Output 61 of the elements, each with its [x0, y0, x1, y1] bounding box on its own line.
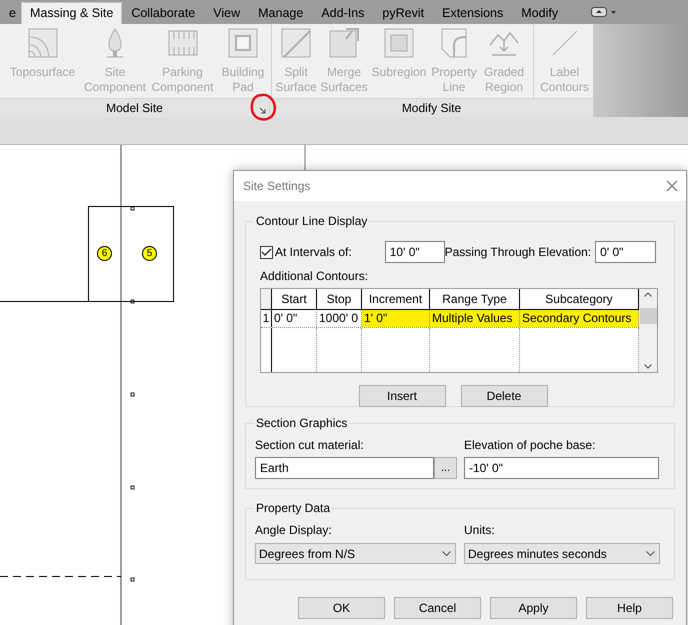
pad-icon [227, 27, 259, 59]
browse-button[interactable]: ... [434, 457, 457, 479]
scroll-down-icon[interactable] [644, 364, 652, 369]
table-cell: Secondary Contours [520, 310, 639, 327]
dialog-launcher-icon[interactable] [259, 107, 266, 114]
panel-title: Model Site [106, 100, 163, 117]
checkmark-icon [261, 248, 272, 256]
ribbon-tab[interactable]: Collaborate [122, 2, 204, 24]
ribbon-tab[interactable]: pyRevit [373, 2, 434, 24]
contour-icon [26, 27, 58, 59]
dialog-button[interactable]: Apply [490, 597, 577, 619]
ribbon-tab[interactable]: View [204, 2, 250, 24]
chevron-down-icon [442, 550, 451, 556]
table-cell: 1' 0" [362, 310, 430, 327]
interval-field[interactable]: 10' 0" [384, 241, 445, 263]
angle-select[interactable]: Degrees from N/S [255, 543, 456, 564]
table-cell: 0' 0" [272, 310, 317, 327]
merge-surface-icon [328, 27, 360, 59]
checkbox-label: At Intervals of: [275, 244, 353, 261]
scroll-thumb[interactable] [640, 308, 656, 324]
field-label: Angle Display: [255, 522, 332, 539]
scroll-up-icon[interactable] [644, 292, 652, 297]
ribbon-tab[interactable]: Manage [249, 2, 312, 24]
close-icon[interactable] [666, 180, 678, 192]
column-header: Start [272, 289, 317, 309]
table-action-button[interactable]: Insert [358, 385, 446, 407]
units-select[interactable]: Degrees minutes seconds [464, 543, 660, 564]
chevron-down-icon [646, 550, 655, 556]
field-label: Passing Through Elevation: [444, 244, 592, 261]
column-header: Stop [317, 289, 362, 309]
panel-title: Modify Site [402, 100, 462, 117]
scrollbar[interactable] [639, 289, 657, 372]
elevation-field[interactable]: 0' 0" [595, 241, 656, 263]
ribbon-tab[interactable]: Modify [512, 2, 568, 24]
ribbon-tab[interactable]: e [0, 2, 21, 24]
grid-marker: 5 [142, 246, 157, 261]
dialog-button[interactable]: Help [586, 597, 673, 619]
table-action-button[interactable]: Delete [460, 385, 548, 407]
ribbon-tab[interactable]: Massing & Site [20, 2, 122, 24]
split-surface-icon [280, 27, 312, 59]
grid-marker: 6 [97, 246, 112, 261]
field-label: Units: [464, 522, 495, 539]
ribbon-tab[interactable]: Add-Ins [312, 2, 374, 24]
table-cell: Multiple Values [430, 310, 520, 327]
dialog-button[interactable]: Cancel [394, 597, 481, 619]
dialog-button[interactable]: OK [298, 597, 385, 619]
material-field[interactable]: Earth [255, 457, 434, 479]
field-label: Section cut material: [255, 437, 364, 454]
ribbon-tab[interactable]: Extensions [433, 2, 512, 24]
subregion-icon [383, 27, 415, 59]
poche-field[interactable]: -10' 0" [464, 457, 659, 479]
display-options-icon[interactable] [591, 7, 618, 17]
group-title: Section Graphics [254, 415, 350, 431]
field-label: Additional Contours: [260, 268, 368, 285]
row-number: 1 [261, 310, 272, 327]
column-header: Range Type [430, 289, 520, 309]
window-title: Site Settings [243, 178, 310, 195]
checkbox[interactable] [260, 246, 273, 258]
field-label: Elevation of poche base: [464, 437, 596, 454]
column-header: Increment [362, 289, 430, 309]
group-title: Contour Line Display [254, 213, 370, 229]
